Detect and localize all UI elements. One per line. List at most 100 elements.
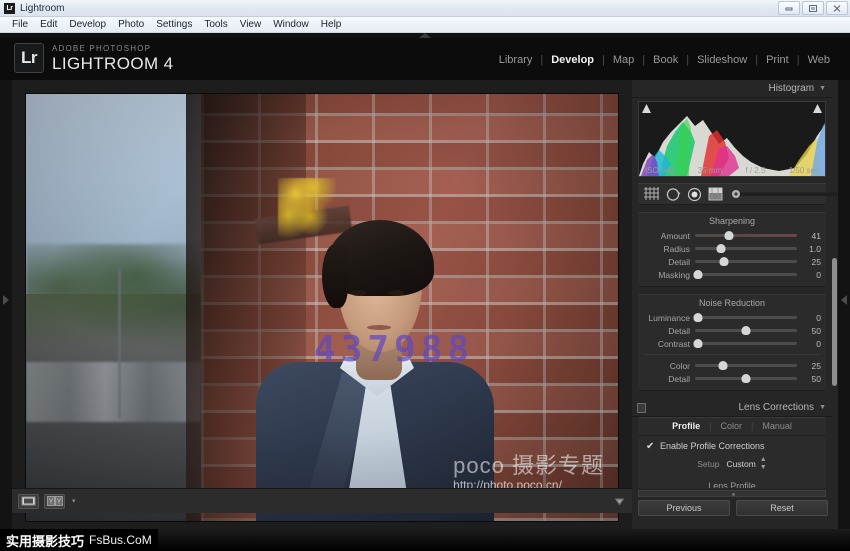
slider-value-luminance[interactable]: 0 <box>797 313 821 323</box>
slider-track-color-detail[interactable] <box>695 374 797 383</box>
slider-row-radius[interactable]: Radius 1.0 <box>638 242 826 255</box>
reset-button[interactable]: Reset <box>736 500 828 516</box>
slider-knob-detail[interactable] <box>719 257 729 266</box>
tab-manual[interactable]: Manual <box>753 421 801 431</box>
panel-switch-icon[interactable] <box>637 402 646 413</box>
module-develop[interactable]: Develop <box>543 54 602 66</box>
slider-knob-radius[interactable] <box>716 244 725 253</box>
slider-value-amount[interactable]: 41 <box>797 231 821 241</box>
minimize-button[interactable] <box>778 1 800 15</box>
graduated-filter-icon[interactable] <box>708 187 723 201</box>
module-book[interactable]: Book <box>645 54 686 66</box>
slider-knob-amount[interactable] <box>724 231 734 240</box>
slider-label-masking: Masking <box>658 269 690 280</box>
maximize-button[interactable] <box>802 1 824 15</box>
previous-button[interactable]: Previous <box>638 500 730 516</box>
slider-row-detail[interactable]: Detail 25 <box>638 255 826 268</box>
stepper-icon[interactable]: ▲ ▼ <box>760 456 767 472</box>
crop-overlay-icon[interactable] <box>643 187 660 201</box>
slider-value-radius[interactable]: 1.0 <box>797 244 821 254</box>
spot-removal-icon[interactable] <box>666 187 681 202</box>
slider-knob-luminance-detail[interactable] <box>741 326 751 335</box>
red-eye-icon[interactable] <box>687 187 702 202</box>
menu-help[interactable]: Help <box>315 17 348 32</box>
menu-settings[interactable]: Settings <box>150 17 198 32</box>
lens-corrections-panel-header[interactable]: Lens Corrections ▼ <box>632 399 832 417</box>
checkbox-icon[interactable]: ✔ <box>646 441 655 451</box>
slider-value-luminance-detail[interactable]: 50 <box>797 326 821 336</box>
slider-knob-color-detail[interactable] <box>741 374 751 383</box>
close-button[interactable] <box>826 1 848 15</box>
menu-window[interactable]: Window <box>267 17 315 32</box>
enable-profile-corrections-row[interactable]: ✔ Enable Profile Corrections <box>638 436 826 454</box>
chevron-down-icon[interactable]: ▼ <box>819 404 826 411</box>
slider-track-detail[interactable] <box>695 257 797 266</box>
tab-profile[interactable]: Profile <box>663 421 709 431</box>
image-stage[interactable]: 437988 poco 摄影专题 http://photo.poco.cn/ <box>12 80 632 535</box>
loupe-view-icon[interactable] <box>18 493 39 509</box>
right-panel-scrollbar[interactable] <box>832 258 837 386</box>
toolbar-caret-icon[interactable]: ▾ <box>72 497 76 505</box>
module-print[interactable]: Print <box>758 54 797 66</box>
tab-color[interactable]: Color <box>711 421 751 431</box>
slider-track-color[interactable] <box>695 361 797 370</box>
setup-value[interactable]: Custom <box>726 459 755 469</box>
slider-track-luminance-detail[interactable] <box>695 326 797 335</box>
brand: Lr ADOBE PHOTOSHOP LIGHTROOM 4 <box>14 43 174 73</box>
slider-row-luminance[interactable]: Luminance 0 <box>638 311 826 324</box>
slider-track-amount[interactable] <box>695 231 797 240</box>
watermark-poco-brand: poco 摄影专题 <box>453 453 604 478</box>
exif-aperture: f / 2.5 <box>745 166 766 175</box>
slider-track-radius[interactable] <box>695 244 797 253</box>
before-after-icon[interactable]: Y Y <box>44 493 65 509</box>
slider-track-masking[interactable] <box>693 270 797 279</box>
menu-photo[interactable]: Photo <box>112 17 150 32</box>
slider-knob-masking[interactable] <box>693 270 703 279</box>
window-title: Lightroom <box>20 2 65 14</box>
lightroom-app: Lr ADOBE PHOTOSHOP LIGHTROOM 4 Library |… <box>0 33 850 551</box>
lightroom-header: Lr ADOBE PHOTOSHOP LIGHTROOM 4 Library |… <box>0 38 850 80</box>
slider-row-luminance-detail[interactable]: Detail 50 <box>638 324 826 337</box>
module-map[interactable]: Map <box>605 54 642 66</box>
right-panel-footer: Previous Reset <box>632 488 838 535</box>
slider-knob-color[interactable] <box>718 361 728 370</box>
slider-track-luminance-contrast[interactable] <box>693 339 797 348</box>
exif-focal-length: 35 mm <box>697 166 723 175</box>
photo-preview[interactable]: 437988 poco 摄影专题 http://photo.poco.cn/ <box>26 94 618 521</box>
slider-row-color-detail[interactable]: Detail 50 <box>638 372 826 385</box>
adjustment-brush-icon[interactable] <box>729 188 838 200</box>
module-slideshow[interactable]: Slideshow <box>689 54 755 66</box>
lens-corrections-title: Lens Corrections <box>738 402 815 413</box>
toolbar-right-caret-icon[interactable] <box>613 495 626 508</box>
menu-develop[interactable]: Develop <box>63 17 112 32</box>
menu-file[interactable]: File <box>6 17 34 32</box>
slider-value-masking[interactable]: 0 <box>797 270 821 280</box>
menu-tools[interactable]: Tools <box>198 17 233 32</box>
chevron-right-icon[interactable] <box>3 295 9 305</box>
slider-value-color-detail[interactable]: 50 <box>797 374 821 384</box>
chevron-left-icon[interactable] <box>841 295 847 305</box>
slider-value-luminance-contrast[interactable]: 0 <box>797 339 821 349</box>
lens-corrections-tabs: Profile | Color | Manual <box>638 418 826 436</box>
chevron-down-icon[interactable]: ▼ <box>819 85 826 92</box>
slider-track-luminance[interactable] <box>693 313 797 322</box>
slider-row-amount[interactable]: Amount 41 <box>638 229 826 242</box>
svg-text:Y: Y <box>56 499 61 506</box>
slider-row-color[interactable]: Color 25 <box>638 359 826 372</box>
slider-value-detail[interactable]: 25 <box>797 257 821 267</box>
menu-view[interactable]: View <box>234 17 268 32</box>
menu-edit[interactable]: Edit <box>34 17 63 32</box>
module-library[interactable]: Library <box>491 54 541 66</box>
slider-value-color[interactable]: 25 <box>797 361 821 371</box>
right-panel-collapse-strip[interactable] <box>838 80 850 535</box>
slider-row-masking[interactable]: Masking 0 <box>638 268 826 281</box>
setup-row[interactable]: Setup Custom ▲ ▼ <box>638 454 826 476</box>
slider-row-luminance-contrast[interactable]: Contrast 0 <box>638 337 826 350</box>
left-panel-collapsed[interactable] <box>0 80 12 535</box>
histogram-panel-header[interactable]: Histogram ▼ <box>632 80 832 98</box>
module-web[interactable]: Web <box>800 54 838 66</box>
slider-knob-luminance-contrast[interactable] <box>693 339 703 348</box>
brand-superscript: ADOBE PHOTOSHOP <box>52 44 152 53</box>
histogram[interactable]: ISO 640 35 mm f / 2.5 1/50 sec <box>638 101 826 177</box>
slider-knob-luminance[interactable] <box>693 313 703 322</box>
